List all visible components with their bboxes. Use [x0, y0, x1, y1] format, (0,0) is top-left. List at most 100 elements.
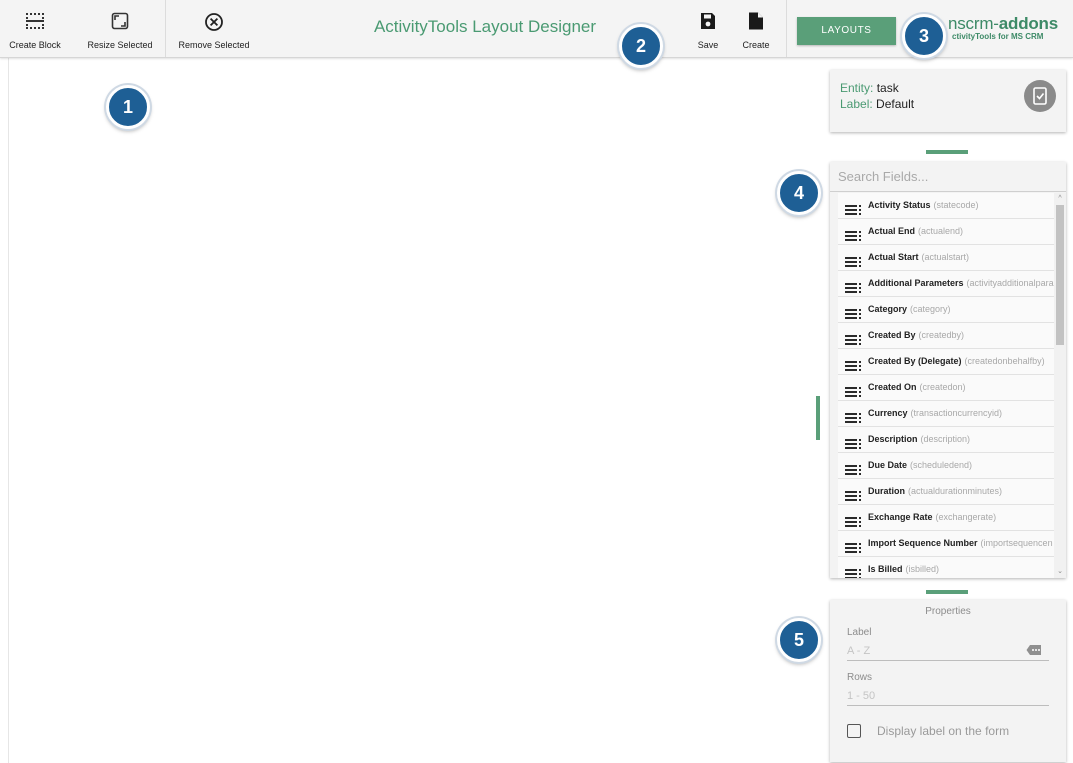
toolbar-divider [165, 0, 166, 57]
field-list-item[interactable]: Duration (actualdurationminutes) [838, 479, 1054, 505]
layouts-button[interactable]: LAYOUTS [797, 17, 896, 45]
field-list-item[interactable]: Actual Start (actualstart) [838, 245, 1054, 271]
field-list: Activity Status (statecode) Actual End (act… [838, 193, 1054, 578]
drag-handle-icon[interactable] [845, 304, 862, 322]
field-list-item[interactable]: Additional Parameters (activityadditional… [838, 271, 1054, 297]
field-list-item[interactable]: Category (category) [838, 297, 1054, 323]
scroll-up-icon[interactable]: ^ [1056, 195, 1064, 203]
callout-badge-1: 1 [106, 85, 150, 129]
drag-handle-icon[interactable] [845, 278, 862, 296]
drag-handle-icon[interactable] [845, 252, 862, 270]
field-code: (actualend) [918, 226, 964, 236]
remove-selected-button[interactable]: Remove Selected [172, 0, 256, 57]
field-code: (createdon) [919, 382, 966, 392]
new-document-icon [748, 12, 764, 35]
field-name: Additional Parameters [868, 278, 964, 288]
field-code: (exchangerate) [935, 512, 997, 522]
grid-block-icon [25, 12, 45, 35]
label-value: Default [876, 97, 915, 111]
field-list-item[interactable]: Created By (createdby) [838, 323, 1054, 349]
field-list-item[interactable]: Is Billed (isbilled) [838, 557, 1054, 578]
field-code: (createdby) [918, 330, 965, 340]
entity-line: Entity: task [840, 81, 899, 95]
field-code: (description) [920, 434, 971, 444]
tag-icon[interactable] [1026, 643, 1042, 661]
create-button[interactable]: Create [736, 0, 776, 57]
drag-handle-icon[interactable] [845, 460, 862, 478]
field-list-item[interactable]: Import Sequence Number (importsequencen [838, 531, 1054, 557]
scroll-down-icon[interactable]: ⌄ [1056, 568, 1064, 576]
field-list-item[interactable]: Currency (transactioncurrencyid) [838, 401, 1054, 427]
field-name: Actual Start [868, 252, 919, 262]
brand-name: nscrm-addons [948, 14, 1073, 34]
field-name: Description [868, 434, 918, 444]
create-label: Create [742, 40, 770, 50]
drag-handle-icon[interactable] [845, 226, 862, 244]
drag-handle-icon[interactable] [845, 408, 862, 426]
label-caption: Label [847, 627, 872, 638]
drag-handle-icon[interactable] [845, 486, 862, 504]
canvas-left-border [8, 0, 9, 763]
callout-badge-4: 4 [777, 171, 821, 215]
label-input[interactable] [847, 642, 1049, 661]
field-code: (transactioncurrencyid) [910, 408, 1003, 418]
callout-badge-2: 2 [619, 24, 663, 68]
drag-handle-icon[interactable] [845, 200, 862, 218]
checkbox-document-icon [1024, 80, 1056, 112]
create-block-button[interactable]: Create Block [0, 0, 70, 57]
checkbox-box[interactable] [847, 724, 861, 738]
field-name: Exchange Rate [868, 512, 933, 522]
toolbar-divider [786, 0, 787, 57]
field-code: (activityadditionalpara [966, 278, 1054, 288]
drag-handle-icon[interactable] [845, 538, 862, 556]
field-code: (scheduledend) [910, 460, 973, 470]
field-list-item[interactable]: Description (description) [838, 427, 1054, 453]
field-list-item[interactable]: Created On (createdon) [838, 375, 1054, 401]
field-code: (category) [910, 304, 951, 314]
callout-badge-3: 3 [902, 14, 946, 58]
resize-selected-button[interactable]: Resize Selected [78, 0, 162, 57]
field-list-item[interactable]: Actual End (actualend) [838, 219, 1054, 245]
resize-handle[interactable] [926, 590, 968, 594]
label-line: Label: Default [840, 97, 914, 111]
field-code: (statecode) [933, 200, 979, 210]
field-name: Created By (Delegate) [868, 356, 962, 366]
search-fields-input[interactable] [830, 162, 1066, 192]
field-list-item[interactable]: Due Date (scheduledend) [838, 453, 1054, 479]
field-list-item[interactable]: Exchange Rate (exchangerate) [838, 505, 1054, 531]
drag-handle-icon[interactable] [845, 382, 862, 400]
field-code: (createdonbehalfby) [964, 356, 1045, 366]
remove-selected-label: Remove Selected [178, 40, 250, 50]
brand-prefix: nscrm- [948, 14, 999, 33]
field-list-item[interactable]: Activity Status (statecode) [838, 193, 1054, 219]
save-label: Save [697, 40, 719, 50]
field-name: Due Date [868, 460, 908, 470]
rows-input[interactable] [847, 687, 1049, 706]
field-name: Created By [868, 330, 916, 340]
drag-handle-icon[interactable] [845, 330, 862, 348]
field-name: Created On [868, 382, 917, 392]
field-list-item[interactable]: Created By (Delegate) (createdonbehalfby) [838, 349, 1054, 375]
drag-handle-icon[interactable] [845, 564, 862, 578]
field-name: Is Billed [868, 564, 903, 574]
entity-info-card: Entity: task Label: Default [830, 70, 1066, 132]
resize-handle[interactable] [926, 150, 968, 154]
field-name: Category [868, 304, 908, 314]
field-name: Duration [868, 486, 905, 496]
fields-panel: Activity Status(statecode)Actual End(act… [830, 162, 1066, 578]
field-list-scrollbar[interactable]: ^ ⌄ [1054, 193, 1066, 578]
scroll-thumb[interactable] [1056, 205, 1064, 345]
callout-badge-5: 5 [777, 618, 821, 662]
field-name: Activity Status [868, 200, 931, 210]
field-code: (isbilled) [905, 564, 940, 574]
field-code: (importsequencen [980, 538, 1053, 548]
drag-handle-icon[interactable] [845, 512, 862, 530]
label-key: Label: [840, 97, 873, 111]
drag-handle-icon[interactable] [845, 356, 862, 374]
field-name: Actual End [868, 226, 916, 236]
display-label-text: Display label on the form [877, 724, 1010, 738]
save-button[interactable]: Save [692, 0, 724, 57]
splitter-handle[interactable] [816, 396, 820, 440]
drag-handle-icon[interactable] [845, 434, 862, 452]
brand-bold: addons [998, 14, 1058, 33]
